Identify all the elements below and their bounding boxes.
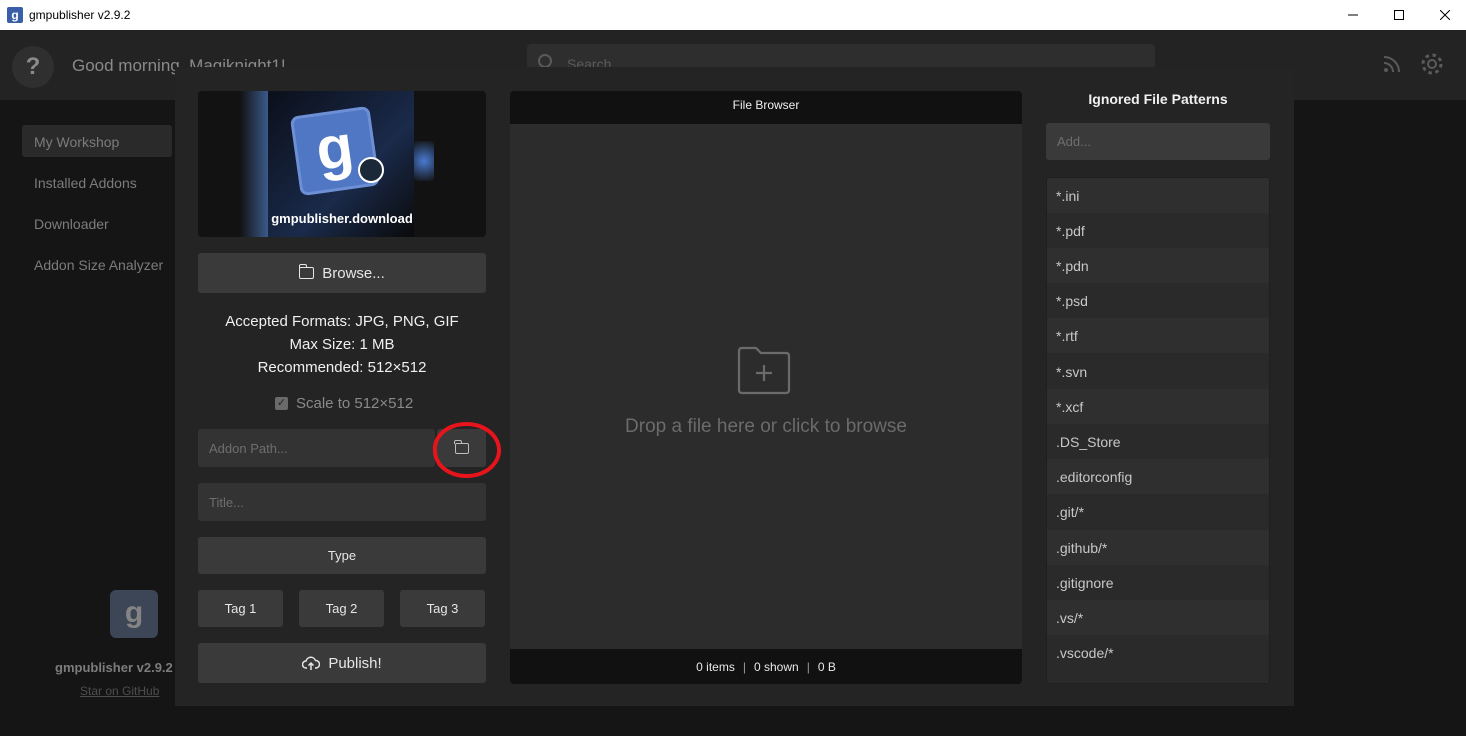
tag-2-select[interactable]: Tag 2 (299, 590, 384, 627)
cloud-upload-icon (302, 656, 321, 670)
drop-zone-text: Drop a file here or click to browse (625, 416, 907, 437)
pattern-item[interactable]: *.pdf (1047, 213, 1269, 248)
tag-1-select[interactable]: Tag 1 (198, 590, 283, 627)
pattern-item[interactable]: .vs/* (1047, 600, 1269, 635)
gear-icon-svg (1421, 53, 1443, 75)
total-size: 0 B (817, 659, 836, 674)
rss-icon[interactable] (1382, 54, 1402, 74)
close-button[interactable] (1422, 0, 1466, 30)
sidebar-item-my-workshop[interactable]: My Workshop (22, 125, 172, 157)
addon-path-input[interactable]: Addon Path... (198, 429, 435, 467)
pattern-item[interactable]: .git/* (1047, 494, 1269, 529)
pattern-item[interactable]: .gitignore (1047, 565, 1269, 600)
sidebar-item-addon-size-analyzer[interactable]: Addon Size Analyzer (22, 248, 172, 280)
file-browser-title: File Browser (510, 91, 1022, 124)
folder-plus-icon (737, 346, 791, 395)
pattern-item[interactable]: *.psd (1047, 283, 1269, 318)
help-button[interactable]: ? (12, 46, 54, 88)
shown-count: 0 shown (753, 659, 799, 674)
sidebar-item-installed-addons[interactable]: Installed Addons (22, 166, 172, 198)
title-input[interactable]: Title... (198, 483, 486, 521)
publish-modal: g gmpublisher.download Browse... Accepte… (175, 67, 1294, 706)
close-icon (1440, 10, 1450, 20)
scale-option[interactable]: ✓ Scale to 512×512 (275, 395, 413, 412)
pattern-item[interactable]: *.pdn (1047, 248, 1269, 283)
browse-button[interactable]: Browse... (198, 253, 486, 293)
annotation-highlight-ring (431, 419, 503, 481)
add-pattern-input[interactable]: Add... (1046, 123, 1270, 160)
ignored-patterns-list: *.ini *.pdf *.pdn *.psd *.rtf *.svn *.xc… (1046, 177, 1270, 684)
version-label: gmpublisher v2.9.2 (55, 660, 173, 675)
file-browser[interactable]: File Browser Drop a file here or click t… (510, 91, 1022, 684)
scale-checkbox[interactable]: ✓ (275, 397, 288, 410)
maximize-icon (1394, 10, 1404, 20)
maximize-button[interactable] (1376, 0, 1422, 30)
accepted-formats-text: Accepted Formats: JPG, PNG, GIF (225, 313, 459, 330)
pattern-item[interactable]: .DS_Store (1047, 424, 1269, 459)
app-background: ? Good morning, Magiknight1! Search... M… (0, 30, 1466, 736)
publish-button-label: Publish! (328, 654, 382, 672)
preview-image[interactable]: g gmpublisher.download (198, 91, 486, 237)
pattern-item[interactable]: *.svn (1047, 354, 1269, 389)
github-link[interactable]: Star on GitHub (80, 684, 159, 698)
window-title: gmpublisher v2.9.2 (29, 8, 131, 22)
rss-icon-svg (1383, 56, 1400, 73)
item-count: 0 items (696, 659, 735, 674)
browse-button-label: Browse... (322, 264, 385, 282)
tag-3-select[interactable]: Tag 3 (400, 590, 485, 627)
minimize-button[interactable] (1330, 0, 1376, 30)
publish-button[interactable]: Publish! (198, 643, 486, 683)
window-titlebar: g gmpublisher v2.9.2 (0, 0, 1466, 30)
type-select[interactable]: Type (198, 537, 486, 574)
pattern-item[interactable]: .vscode/* (1047, 635, 1269, 670)
gmpublisher-logo: g (110, 590, 158, 638)
pattern-item[interactable]: *.xcf (1047, 389, 1269, 424)
minimize-icon (1348, 14, 1358, 16)
pattern-item[interactable]: *.ini (1047, 178, 1269, 213)
file-browser-status: 0 items | 0 shown | 0 B (510, 649, 1022, 684)
steam-icon (358, 157, 384, 183)
pattern-item[interactable]: .editorconfig (1047, 459, 1269, 494)
preview-caption: gmpublisher.download (271, 211, 413, 226)
preview-edge-right (414, 141, 434, 181)
max-size-text: Max Size: 1 MB (289, 336, 395, 353)
preview-logo: g (289, 105, 381, 197)
pattern-item[interactable]: .github/* (1047, 530, 1269, 565)
ignored-patterns-title: Ignored File Patterns (1088, 91, 1228, 107)
recommended-size-text: Recommended: 512×512 (257, 359, 427, 376)
status-separator: | (742, 659, 746, 674)
app-icon: g (7, 7, 23, 23)
sidebar-item-downloader[interactable]: Downloader (22, 207, 172, 239)
scale-label: Scale to 512×512 (296, 395, 414, 412)
gear-icon[interactable] (1420, 52, 1444, 76)
folder-icon (298, 264, 315, 279)
pattern-item[interactable]: *.rtf (1047, 318, 1269, 353)
status-separator: | (806, 659, 810, 674)
search-icon (538, 54, 552, 68)
